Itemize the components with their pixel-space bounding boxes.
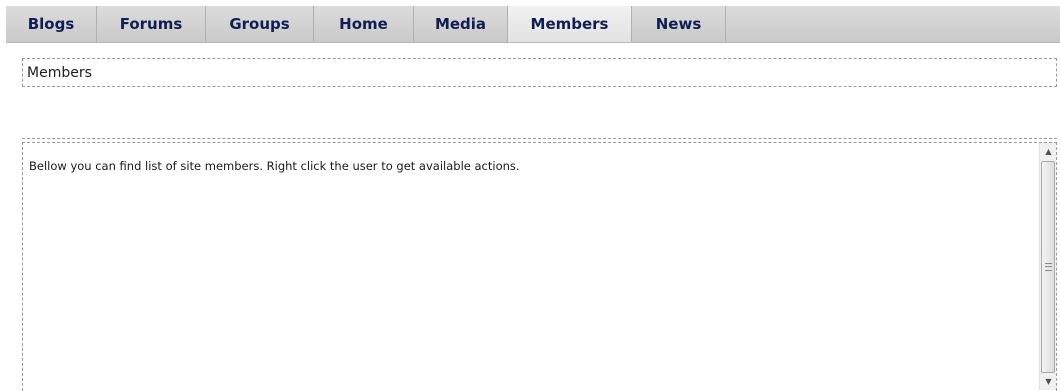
page-title-box: Members [22, 58, 1057, 87]
arrow-up-icon[interactable]: ▲ [1040, 143, 1057, 160]
tab-home[interactable]: Home [314, 6, 414, 42]
tab-blogs[interactable]: Blogs [6, 6, 97, 42]
tab-media[interactable]: Media [414, 6, 508, 42]
vertical-scrollbar[interactable]: ▲ ▼ [1039, 143, 1056, 390]
tab-members[interactable]: Members [508, 6, 632, 42]
tab-bar-filler [726, 6, 1060, 42]
tab-news[interactable]: News [632, 6, 726, 42]
content-outer-border [22, 138, 1057, 140]
scrollbar-thumb[interactable] [1041, 161, 1055, 373]
arrow-down-icon[interactable]: ▼ [1040, 373, 1057, 390]
tab-forums[interactable]: Forums [97, 6, 206, 42]
page-title: Members [27, 65, 92, 81]
tab-groups[interactable]: Groups [206, 6, 314, 42]
members-content-panel: Bellow you can find list of site members… [22, 142, 1057, 391]
grip-icon [1045, 263, 1052, 271]
tab-bar: Blogs Forums Groups Home Media Members N… [6, 6, 1060, 43]
members-description: Bellow you can find list of site members… [29, 159, 520, 173]
